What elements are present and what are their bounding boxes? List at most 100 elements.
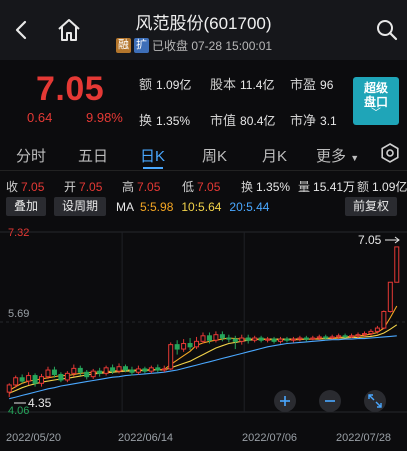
search-icon[interactable]	[375, 18, 399, 42]
candle-body	[252, 337, 258, 341]
ma10-value: 10:5.64	[181, 200, 222, 214]
candle-body	[103, 367, 109, 374]
candle-body	[232, 338, 238, 342]
low-info: 低 7.05	[182, 180, 221, 194]
stat-market-cap: 市值 80.4亿	[210, 113, 276, 128]
tab-monthly-k[interactable]: 月K	[262, 145, 287, 166]
tab-weekly-k[interactable]: 周K	[202, 145, 227, 166]
market-status: 已收盘 07-28 15:00:01	[152, 38, 273, 53]
candle-body	[239, 337, 245, 342]
x-label: 2022/06/14	[118, 432, 173, 444]
candle-body	[58, 373, 64, 381]
ohlc-info-bar: 收 7.05 开 7.05 高 7.05 低 7.05 换 1.35% 量 15.41万 额…	[0, 178, 407, 194]
candle-body	[39, 376, 45, 384]
overlay-button[interactable]: 叠加	[6, 197, 46, 216]
period-tabs: 分时 五日 日K 周K 月K 更多 ▼	[0, 138, 407, 171]
candle-body	[32, 375, 38, 384]
ma-legend: MA 5:5.98 10:5.64 20:5.44	[116, 200, 269, 214]
y-label-mid: 5.69	[8, 308, 29, 320]
x-label: 2022/07/06	[242, 432, 297, 444]
candle-body	[200, 335, 206, 342]
tab-daily-k[interactable]: 日K	[140, 145, 165, 166]
tab-five-day[interactable]: 五日	[78, 145, 108, 166]
home-icon[interactable]	[56, 17, 82, 43]
ma20-value: 20:5.44	[229, 200, 270, 214]
active-tab-indicator	[143, 167, 163, 169]
zoom-out-button[interactable]	[319, 390, 341, 412]
stat-turnover: 换 1.35%	[139, 113, 191, 128]
ma20-line	[9, 335, 397, 400]
candle-body	[155, 367, 161, 371]
candle-body	[122, 366, 128, 371]
candle-body	[90, 370, 96, 378]
candle-body	[181, 343, 187, 350]
high-info: 高 7.05	[122, 180, 161, 194]
candle-body	[187, 343, 193, 348]
candle-body	[213, 334, 219, 341]
candle-body	[148, 367, 154, 372]
candle-body	[355, 334, 361, 337]
restore-rights-button[interactable]: 前复权	[345, 197, 397, 216]
tab-more[interactable]: 更多 ▼	[316, 145, 359, 166]
fullscreen-button[interactable]	[364, 390, 386, 412]
chart-grid	[0, 231, 407, 413]
ma-lines	[8, 305, 398, 400]
stat-amount: 额 1.09亿	[139, 77, 192, 92]
x-label: 2022/05/20	[6, 432, 61, 444]
candle-body	[194, 340, 200, 348]
candle-body	[349, 335, 355, 338]
candle-body	[64, 372, 70, 381]
stat-pe: 市盈 96	[290, 77, 334, 92]
candle-body	[329, 336, 335, 339]
annotation-low: 4.35	[28, 396, 52, 410]
candle-body	[387, 281, 393, 313]
candle-body	[336, 335, 342, 338]
ma-label: MA	[116, 200, 134, 214]
tab-more-label: 更多	[316, 148, 347, 165]
candle-body	[342, 335, 348, 338]
candle-body	[161, 368, 167, 371]
candle-body	[310, 337, 316, 340]
candlestick-chart[interactable]: 7.32 5.69 4.06 7.05 4.35 2022/05/20 2022/06/14…	[0, 222, 407, 451]
candle-body	[26, 375, 32, 382]
back-arrow-icon[interactable]	[10, 18, 34, 42]
super-orderbook-button[interactable]: 超级 盘口 ﹀	[353, 77, 399, 125]
candle-body	[323, 336, 329, 339]
candle-body	[84, 371, 90, 378]
close-info: 收 7.05	[6, 180, 45, 194]
candle-body	[297, 337, 303, 340]
candle-body	[174, 344, 180, 350]
candle-body	[168, 344, 174, 370]
candle-body	[303, 337, 309, 340]
chevron-down-icon: ﹀	[371, 108, 381, 119]
candle-body	[45, 369, 51, 378]
margin-badge: 融	[116, 37, 131, 53]
candle-body	[381, 311, 387, 329]
turnover-info: 换 1.35%	[241, 180, 291, 194]
open-info: 开 7.05	[64, 180, 103, 194]
set-period-button[interactable]: 设周期	[54, 197, 106, 216]
price-change: 0.64	[27, 110, 53, 125]
candles	[6, 246, 400, 398]
y-label-bottom: 4.06	[8, 405, 29, 417]
candle-body	[316, 336, 322, 339]
settings-icon[interactable]	[380, 143, 400, 163]
chart-controls	[274, 390, 386, 412]
super-line1: 超级	[363, 81, 388, 95]
candle-body	[129, 369, 135, 373]
caret-down-icon: ▼	[350, 153, 360, 163]
candle-body	[219, 334, 225, 339]
y-label-top: 7.32	[8, 227, 29, 239]
candle-body	[13, 377, 19, 386]
status-row: 融 扩 已收盘 07-28 15:00:01	[116, 36, 272, 54]
ma5-value: 5:5.98	[140, 200, 174, 214]
tab-intraday[interactable]: 分时	[16, 145, 46, 166]
current-price: 7.05	[36, 70, 105, 108]
zoom-in-button[interactable]	[274, 390, 296, 412]
candle-body	[116, 366, 122, 372]
candle-body	[265, 338, 271, 341]
candle-body	[258, 337, 264, 341]
candle-body	[71, 367, 77, 374]
candle-body	[290, 338, 296, 341]
top-bar: 风范股份(601700) 融 扩 已收盘 07-28 15:00:01	[0, 0, 407, 60]
